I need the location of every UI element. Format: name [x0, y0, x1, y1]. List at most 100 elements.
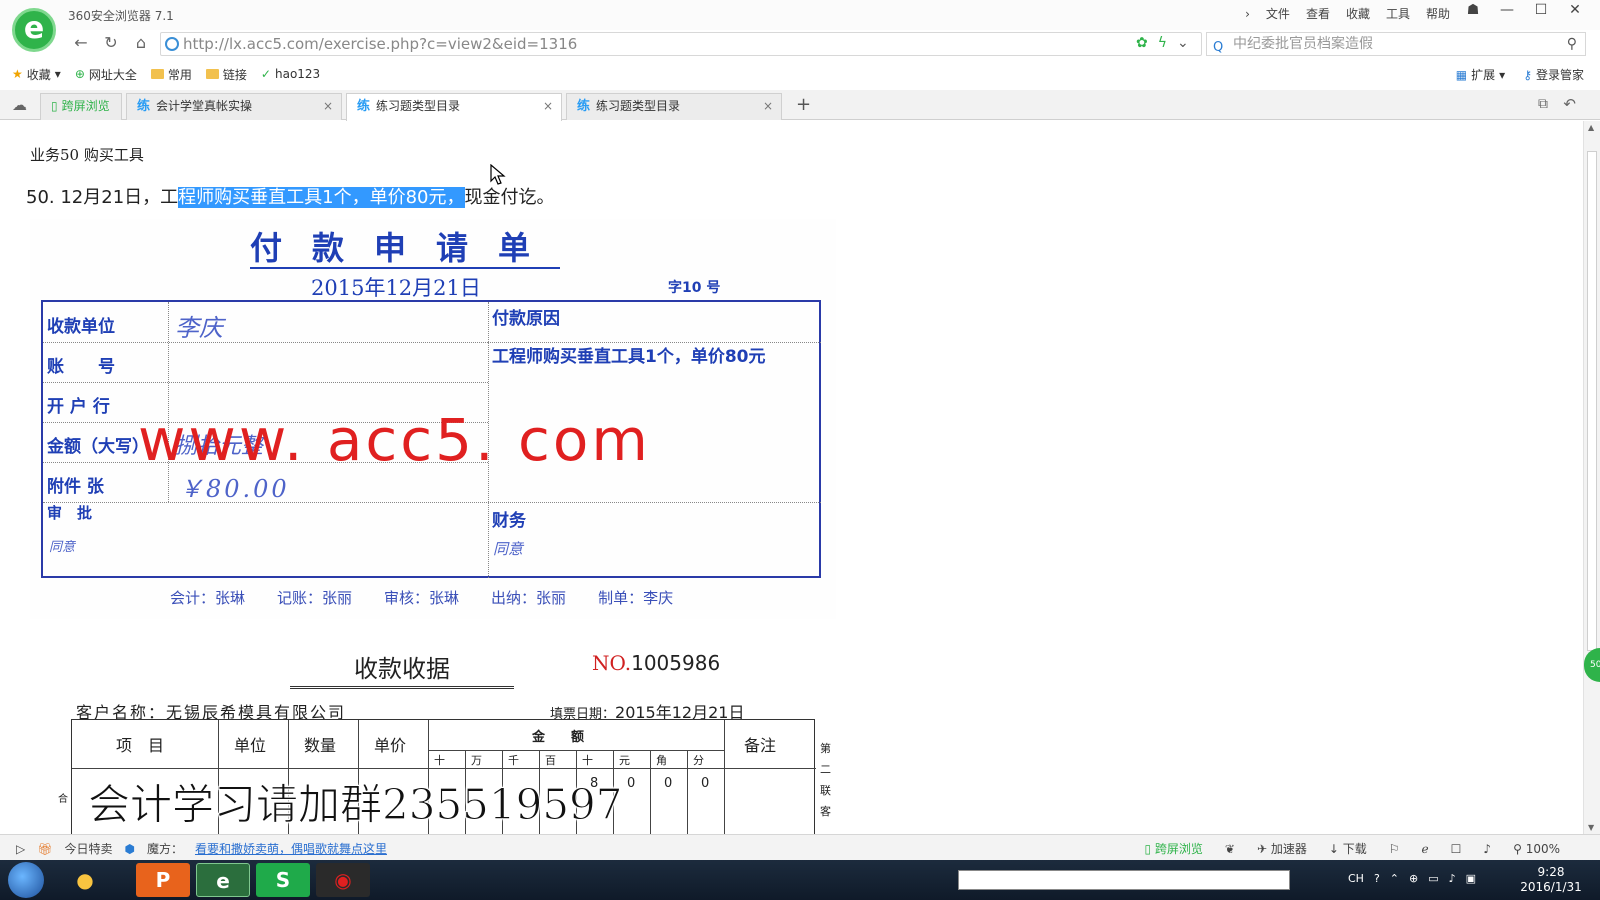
tab-exercise-active[interactable]: 练练习题类型目录 × [346, 93, 562, 121]
login-manager-button[interactable]: ⚷ 登录管家 [1523, 66, 1584, 83]
key-icon: ⚷ [1523, 67, 1532, 82]
digit-header: 元 [619, 754, 630, 767]
news-link[interactable]: 看要和撒娇卖萌，偶唱歌就舞点这里 [195, 840, 387, 857]
menu-tools[interactable]: 工具 [1386, 5, 1410, 22]
digit-header: 万 [471, 754, 482, 767]
close-icon[interactable]: ✕ [1558, 2, 1592, 18]
tab-close-icon[interactable]: × [543, 94, 553, 119]
taskbar-address-input[interactable] [958, 870, 1290, 890]
tray-360-icon[interactable]: ⊕ [1409, 872, 1418, 885]
bookkeeper: 记账：张丽 [277, 589, 353, 607]
search-engine-icon[interactable]: Q [1213, 37, 1223, 59]
maximize-icon[interactable]: ☐ [1524, 2, 1558, 18]
top-menu: › 文件 查看 收藏 工具 帮助 [1245, 5, 1450, 22]
status-bar: ▷ 🎁︎ 今日特卖 ⬢ 魔方： 看要和撒娇卖萌，偶唱歌就舞点这里 ▯ 跨屏浏览 … [0, 834, 1600, 860]
restore-tab-icon[interactable]: ⧉ [1538, 96, 1548, 112]
bookmark-links[interactable]: 链接 [205, 66, 247, 83]
taskbar-app-colors[interactable]: ● [58, 863, 112, 897]
scroll-thumb[interactable] [1587, 151, 1597, 651]
minimize-icon[interactable]: — [1490, 2, 1524, 18]
refresh-icon[interactable]: ↻ [96, 33, 126, 52]
dropdown-chevron-icon[interactable]: ⌄ [1177, 35, 1189, 51]
digit-header: 十 [582, 754, 593, 767]
taskbar-app-ppt[interactable]: P [136, 863, 190, 897]
tab-accounting[interactable]: 练会计学堂真帐实操 × [126, 93, 342, 120]
speed-icon[interactable]: ϟ [1158, 35, 1167, 51]
start-button[interactable] [8, 862, 44, 898]
skin-icon[interactable]: ☗ [1456, 2, 1490, 18]
tray-expand-icon[interactable]: ⌃ [1390, 872, 1399, 885]
tab-bar: ☁ ▯ 跨屏浏览 练会计学堂真帐实操 × 练练习题类型目录 × 练练习题类型目录 × +… [0, 90, 1600, 121]
new-tab-icon[interactable]: + [796, 94, 811, 115]
home-icon[interactable]: ⌂ [126, 33, 156, 52]
sidebar-toggle-icon[interactable]: ▷ [16, 842, 25, 856]
digit-header: 角 [656, 754, 667, 767]
bookmark-common[interactable]: 常用 [150, 66, 192, 83]
chevron-down-icon: ▾ [54, 67, 61, 81]
bookmark-favorites[interactable]: ★ 收藏 ▾ [12, 66, 61, 83]
ime-icon[interactable]: ▣ [1466, 872, 1476, 885]
tab-close-icon[interactable]: × [763, 94, 773, 119]
security-icon[interactable]: ✿ [1136, 35, 1148, 51]
back-icon[interactable]: ← [66, 33, 96, 52]
approval-label: 审 批 [47, 504, 93, 522]
search-input[interactable]: Q 中纪委批官员档案造假 ⚲ [1206, 32, 1586, 56]
tab-cross-screen[interactable]: ▯ 跨屏浏览 [40, 93, 122, 120]
menu-help[interactable]: 帮助 [1426, 5, 1450, 22]
menu-file[interactable]: 文件 [1266, 5, 1290, 22]
account-label: 账 号 [47, 357, 115, 377]
window-icon[interactable]: ☐ [1451, 842, 1462, 856]
payment-form-date: 2015年12月21日 [311, 276, 481, 300]
mouse-cursor-icon [490, 164, 506, 185]
lian-icon: 练 [577, 99, 591, 114]
download-button[interactable]: ↓ 下载 [1329, 840, 1367, 857]
site-icon [165, 37, 179, 51]
lang-indicator[interactable]: CH [1348, 872, 1364, 885]
taskbar-app-browser[interactable]: e [196, 863, 250, 897]
overlay-caption: 会计学习请加群235519597 [88, 780, 623, 830]
question-text: 50. 12月21日，工程师购买垂直工具1个，单价80元，现金付讫。 [26, 187, 555, 208]
bookmark-hao123[interactable]: ✓ hao123 [261, 67, 320, 81]
daily-deals[interactable]: 今日特卖 [64, 840, 112, 857]
undo-close-icon[interactable]: ↶ [1563, 95, 1576, 113]
ie-icon[interactable]: ℯ [1422, 842, 1429, 856]
browser-logo-icon[interactable]: e [12, 8, 56, 52]
star-icon: ★ [12, 67, 23, 81]
search-icon[interactable]: ⚲ [1567, 33, 1577, 55]
address-bar: ← ↻ ⌂ http://lx.acc5.com/exercise.php?c=… [62, 30, 1600, 58]
taskbar-app-sheet[interactable]: S [256, 863, 310, 897]
reason-value: 工程师购买垂直工具1个，单价80元 [492, 347, 766, 367]
cross-screen-button[interactable]: ▯ 跨屏浏览 [1144, 840, 1202, 857]
extensions-button[interactable]: ▦ 扩展 ▾ [1456, 66, 1505, 83]
volume-icon[interactable]: ♪ [1449, 872, 1456, 885]
tab-exercise[interactable]: 练练习题类型目录 × [566, 93, 782, 120]
payee-label: 收款单位 [47, 317, 115, 337]
url-input[interactable]: http://lx.acc5.com/exercise.php?c=view2&… [160, 32, 1202, 56]
help-icon[interactable]: ? [1374, 872, 1380, 885]
scroll-up-icon[interactable]: ▲ [1588, 123, 1594, 132]
cloud-icon[interactable]: ☁ [12, 96, 27, 114]
digit-header: 十 [434, 754, 445, 767]
tab-close-icon[interactable]: × [323, 94, 333, 119]
bookmarks-bar: ★ 收藏 ▾ ⊕ 网址大全 常用 链接 ✓ hao123 ▦ 扩展 ▾ ⚷ 登录管家 [0, 62, 1600, 86]
zoom-button[interactable]: ⚲ 100% [1513, 842, 1560, 856]
taskbar-app-recorder[interactable]: ◉ [316, 863, 370, 897]
menu-chevron-icon[interactable]: › [1245, 7, 1250, 21]
col-price: 单价 [374, 736, 407, 755]
clock[interactable]: 9:28 2016/1/31 [1512, 865, 1590, 895]
flag-icon[interactable]: ⚐ [1389, 842, 1400, 856]
col-item: 项 目 [116, 736, 165, 755]
lian-icon: 练 [137, 99, 151, 114]
sound-icon[interactable]: ♪ [1483, 842, 1491, 856]
bookmark-site-nav[interactable]: ⊕ 网址大全 [75, 66, 137, 83]
accelerator-button[interactable]: ✈ 加速器 [1257, 840, 1307, 857]
scroll-down-icon[interactable]: ▼ [1588, 823, 1594, 832]
payment-form-number: 字10 号 [668, 280, 721, 296]
vertical-scrollbar[interactable]: ▲ ▼ [1583, 121, 1600, 834]
leaf-icon[interactable]: ❦ [1225, 842, 1235, 856]
network-icon[interactable]: ▭ [1428, 872, 1438, 885]
menu-favorites[interactable]: 收藏 [1346, 5, 1370, 22]
menu-view[interactable]: 查看 [1306, 5, 1330, 22]
extensions-icon: ▦ [1455, 67, 1468, 82]
payment-form-title: 付款申请单 [250, 229, 561, 269]
